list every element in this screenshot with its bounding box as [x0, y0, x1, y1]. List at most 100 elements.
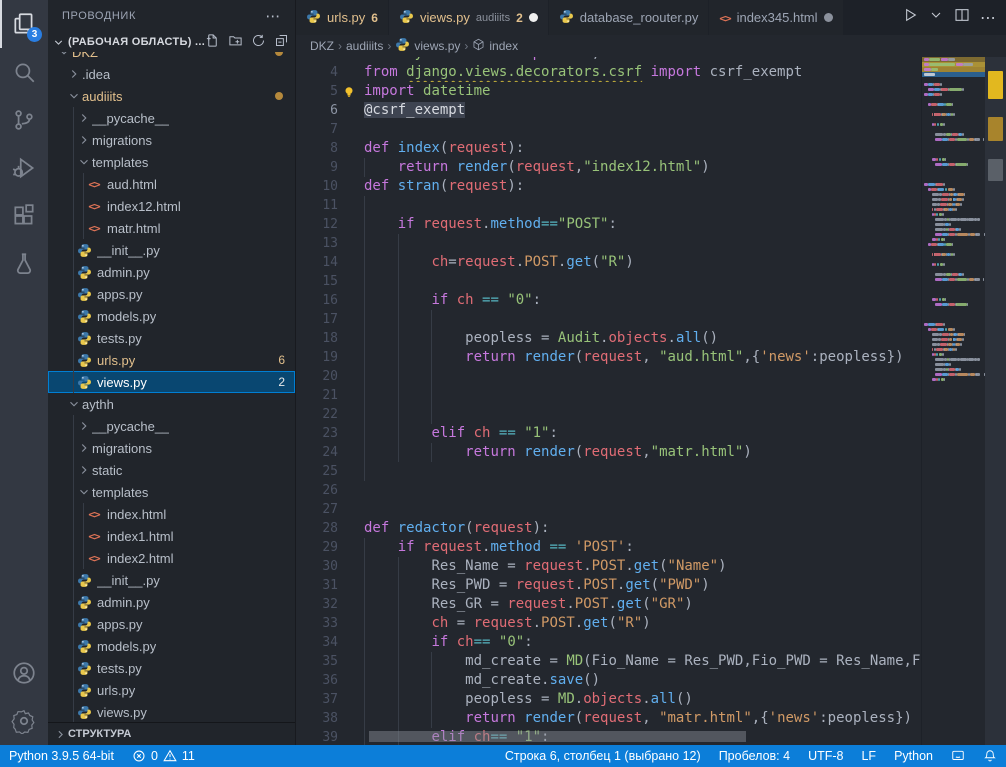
feedback-icon[interactable]: [942, 745, 974, 767]
tree-folder--idea[interactable]: .idea: [48, 63, 295, 85]
outline-label: СТРУКТУРА: [68, 728, 131, 740]
views-and-more-actions-icon[interactable]: ⋯: [265, 7, 281, 25]
tree-file-index-html[interactable]: <>index.html: [48, 503, 295, 525]
breadcrumb-item-audiiits[interactable]: audiiits: [346, 39, 383, 53]
refresh-icon[interactable]: [251, 33, 266, 51]
tree-folder-templates[interactable]: templates: [48, 151, 295, 173]
more-actions-icon[interactable]: ⋯: [980, 8, 996, 28]
breadcrumb-item-index[interactable]: index: [472, 38, 518, 54]
indent-guide: [398, 405, 399, 424]
tree-file-apps-py[interactable]: apps.py: [48, 613, 295, 635]
breadcrumb[interactable]: DKZ›audiiits›views.py›index: [296, 35, 1006, 57]
tree-file-index2-html[interactable]: <>index2.html: [48, 547, 295, 569]
tree-folder-migrations[interactable]: migrations: [48, 437, 295, 459]
tree-file--init-py[interactable]: __init__.py: [48, 569, 295, 591]
tree-file-tests-py[interactable]: tests.py: [48, 327, 295, 349]
tree-file-index12-html[interactable]: <>index12.html: [48, 195, 295, 217]
tree-file-urls-py[interactable]: urls.py6: [48, 349, 295, 371]
run-icon[interactable]: [902, 7, 918, 28]
run-debug-icon[interactable]: [0, 144, 48, 192]
minimap-token: [934, 93, 941, 96]
tree-file-urls-py[interactable]: urls.py: [48, 679, 295, 701]
tree-indent-guide: [73, 525, 74, 547]
activity-badge: 3: [27, 27, 42, 42]
tree-folder--pycache-[interactable]: __pycache__: [48, 107, 295, 129]
indent-guide: [398, 367, 399, 386]
minimap-token: [932, 198, 939, 201]
lightbulb-icon[interactable]: [342, 85, 356, 101]
line-number: 14: [296, 253, 338, 272]
tree-folder-aythh[interactable]: aythh: [48, 393, 295, 415]
code-line: 35 md_create = MD(Fio_Name = Res_PWD,Fio…: [296, 652, 922, 671]
notifications-bell-icon[interactable]: [974, 745, 1006, 767]
language-mode-status[interactable]: Python: [885, 745, 942, 767]
tree-folder-dkz[interactable]: DKZ: [48, 52, 295, 63]
tree-file-models-py[interactable]: models.py: [48, 635, 295, 657]
tree-indent-guide: [73, 349, 74, 371]
tree-folder-migrations[interactable]: migrations: [48, 129, 295, 151]
tab-urls-py[interactable]: urls.py6: [296, 0, 389, 35]
python-file-icon: [76, 287, 92, 302]
unsaved-dot-icon[interactable]: [529, 13, 538, 22]
minimap-token: [939, 298, 941, 301]
tab-views-py[interactable]: views.pyaudiiits2: [389, 0, 549, 35]
indentation-status[interactable]: Пробелов: 4: [710, 745, 799, 767]
python-file-icon: [395, 37, 410, 55]
indent-guide: [431, 443, 432, 462]
tree-file-admin-py[interactable]: admin.py: [48, 261, 295, 283]
new-folder-icon[interactable]: [228, 33, 243, 51]
vertical-scrollbar[interactable]: [985, 57, 1006, 745]
code-line: 29 if request.method == 'POST':: [296, 538, 922, 557]
tree-file-tests-py[interactable]: tests.py: [48, 657, 295, 679]
tree-file-matr-html[interactable]: <>matr.html: [48, 217, 295, 239]
account-icon[interactable]: [0, 649, 48, 697]
tree-file-index1-html[interactable]: <>index1.html: [48, 525, 295, 547]
python-file-icon: [76, 705, 92, 720]
indent-guide: [431, 652, 432, 671]
python-file-icon: [399, 9, 414, 27]
python-file-icon: [306, 9, 321, 27]
outline-section-header[interactable]: СТРУКТУРА: [48, 722, 295, 745]
encoding-status[interactable]: UTF-8: [799, 745, 852, 767]
minimap-token: [935, 233, 942, 236]
split-editor-icon[interactable]: [954, 7, 970, 28]
workspace-section-header[interactable]: (РАБОЧАЯ ОБЛАСТЬ) ...: [48, 32, 295, 52]
collapse-all-icon[interactable]: [274, 33, 289, 51]
tree-folder-templates[interactable]: templates: [48, 481, 295, 503]
python-interpreter-status[interactable]: Python 3.9.5 64-bit: [0, 745, 123, 767]
tree-file-apps-py[interactable]: apps.py: [48, 283, 295, 305]
extensions-icon[interactable]: [0, 192, 48, 240]
tab-index345-html[interactable]: <>index345.html: [709, 0, 843, 35]
code-editor[interactable]: 3from aythh.models import MD,Audit4from …: [296, 57, 1006, 745]
breadcrumb-item-views-py[interactable]: views.py: [395, 37, 460, 55]
minimap-token: [957, 233, 967, 236]
tree-folder-static[interactable]: static: [48, 459, 295, 481]
code-line-content: if ch == "0":: [338, 291, 922, 310]
minimap[interactable]: [921, 57, 985, 745]
cursor-position-status[interactable]: Строка 6, столбец 1 (выбрано 12): [496, 745, 710, 767]
code-line: 36 md_create.save(): [296, 671, 922, 690]
search-icon[interactable]: [0, 48, 48, 96]
new-file-icon[interactable]: [205, 33, 220, 51]
html-file-icon: <>: [86, 552, 102, 565]
source-control-icon[interactable]: [0, 96, 48, 144]
tree-file--init-py[interactable]: __init__.py: [48, 239, 295, 261]
explorer-icon[interactable]: 3: [0, 0, 48, 48]
tree-file-views-py[interactable]: views.py2: [48, 371, 295, 393]
indent-guide: [398, 386, 399, 405]
tree-file-models-py[interactable]: models.py: [48, 305, 295, 327]
problems-status[interactable]: 011: [123, 745, 204, 767]
settings-icon[interactable]: [0, 697, 48, 745]
tree-folder--pycache-[interactable]: __pycache__: [48, 415, 295, 437]
tree-folder-audiiits[interactable]: audiiits: [48, 85, 295, 107]
minimap-token: [928, 83, 933, 86]
horizontal-scrollbar[interactable]: [369, 731, 746, 742]
testing-icon[interactable]: [0, 240, 48, 288]
tree-file-views-py[interactable]: views.py: [48, 701, 295, 722]
tree-file-admin-py[interactable]: admin.py: [48, 591, 295, 613]
tree-file-aud-html[interactable]: <>aud.html: [48, 173, 295, 195]
tab-database-roouter-py[interactable]: database_roouter.py: [549, 0, 710, 35]
breadcrumb-item-dkz[interactable]: DKZ: [310, 39, 334, 53]
eol-status[interactable]: LF: [852, 745, 885, 767]
run-dropdown-icon[interactable]: [928, 7, 944, 28]
